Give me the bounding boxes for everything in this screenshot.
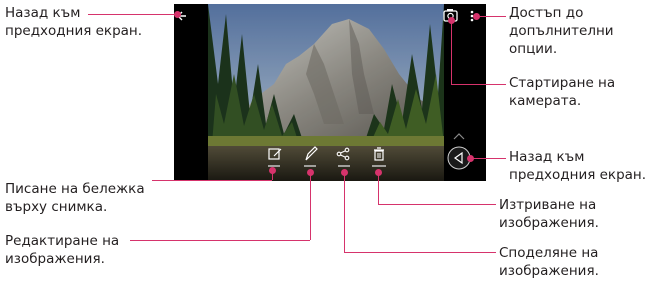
leader-memo-h bbox=[152, 180, 272, 181]
leader-camera-h bbox=[451, 84, 506, 85]
leader-edit-h bbox=[130, 240, 310, 241]
leader-share-h bbox=[344, 252, 496, 253]
leader-dot-back-right bbox=[467, 155, 474, 162]
leader-dot-back-top bbox=[174, 11, 181, 18]
callout-back-right: Назад към предходния екран. bbox=[509, 149, 647, 183]
callout-edit: Редактиране на изображения. bbox=[5, 233, 120, 267]
leader-edit-v bbox=[310, 172, 311, 240]
leader-back-right bbox=[470, 158, 506, 159]
leader-share-v bbox=[344, 172, 345, 252]
leader-dot-memo bbox=[269, 167, 276, 174]
callout-memo: Писане на бележка върху снимка. bbox=[5, 181, 145, 215]
leader-dot-delete bbox=[375, 169, 382, 176]
leader-delete-v bbox=[378, 172, 379, 204]
callout-share: Споделяне на изображения. bbox=[499, 245, 599, 279]
callout-back-top: Назад към предходния екран. bbox=[5, 5, 143, 39]
leader-dot-camera bbox=[448, 17, 455, 24]
leader-camera-v bbox=[451, 20, 452, 84]
landscape-photo bbox=[208, 4, 444, 181]
leader-delete-h bbox=[378, 204, 496, 205]
leader-dot-share bbox=[341, 169, 348, 176]
callout-camera: Стартиране на камерата. bbox=[509, 75, 616, 109]
annotated-screenshot-figure: Назад към предходния екран. Достъп до до… bbox=[0, 0, 649, 283]
phone-screen bbox=[174, 4, 486, 181]
leader-dot-edit bbox=[307, 169, 314, 176]
callout-more-options: Достъп до допълнителни опции. bbox=[509, 5, 614, 57]
callout-delete: Изтриване на изображения. bbox=[499, 197, 599, 231]
leader-dot-more-options bbox=[473, 13, 480, 20]
leader-more-options bbox=[476, 16, 506, 17]
